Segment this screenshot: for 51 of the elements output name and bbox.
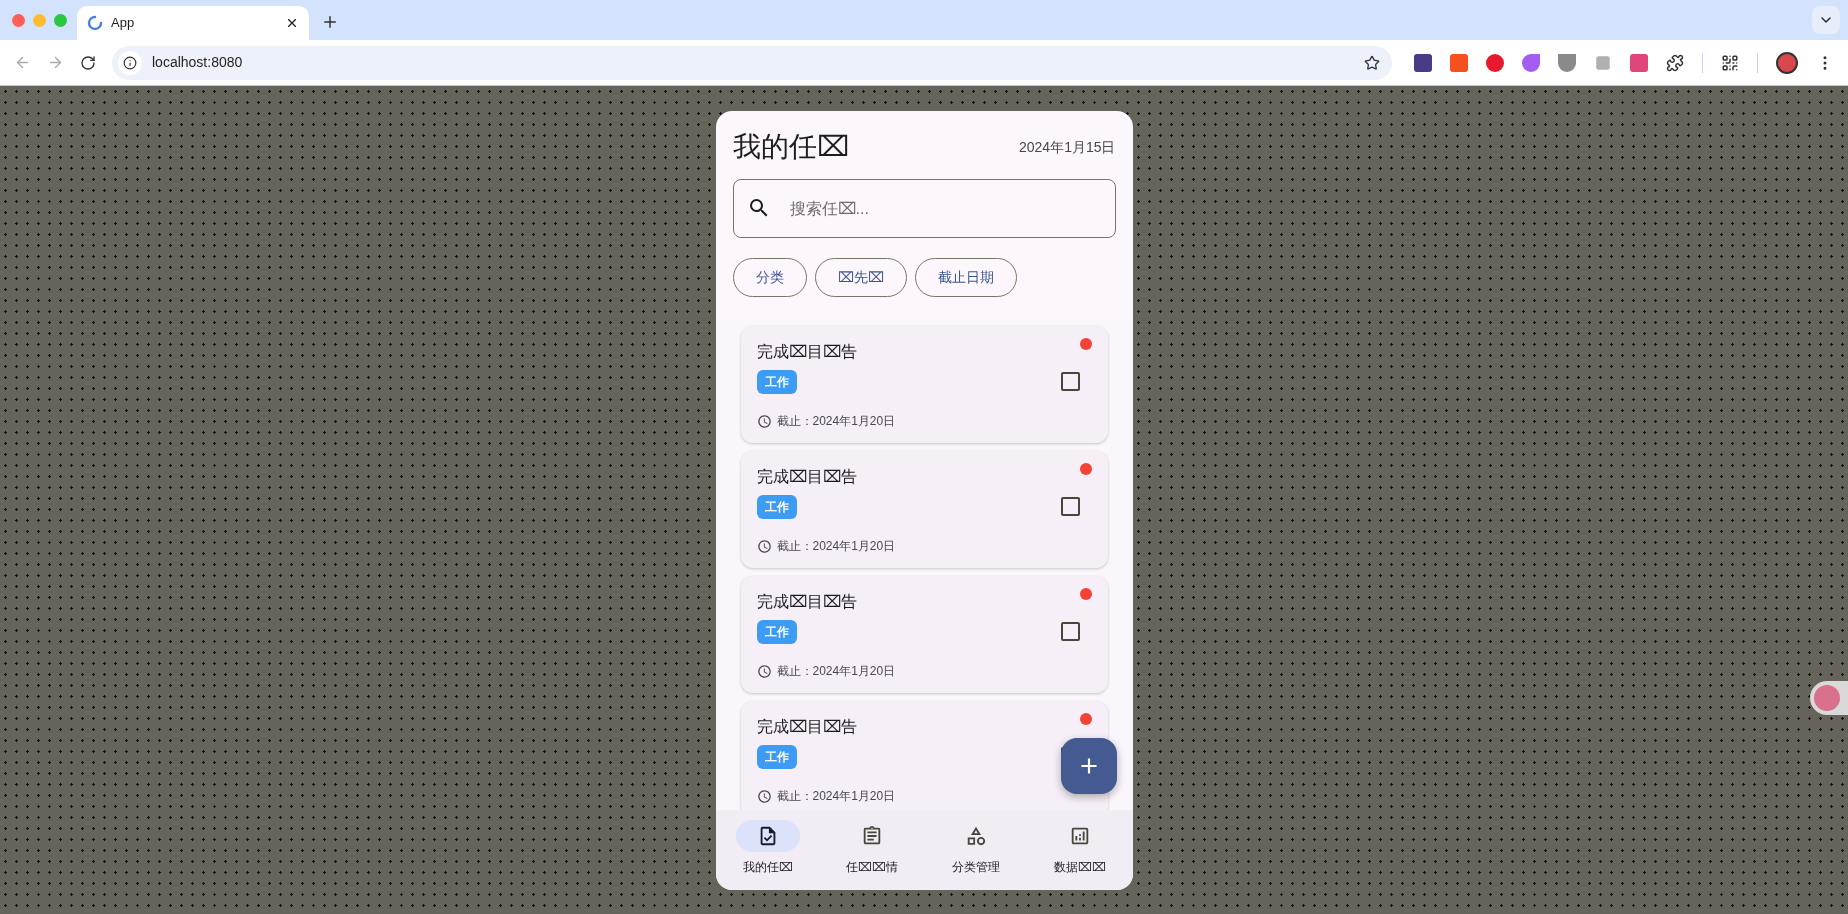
task-card[interactable]: 完成⌧目⌧告 工作 截止：2024年1月20日 (740, 576, 1108, 693)
clock-icon (756, 413, 772, 429)
task-title: 完成⌧目⌧告 (756, 592, 857, 612)
due-date: 截止：2024年1月20日 (776, 538, 896, 555)
qr-code-icon[interactable] (1721, 53, 1739, 72)
task-checkbox[interactable] (1060, 497, 1080, 516)
clock-icon (756, 663, 772, 679)
site-info-icon[interactable] (123, 55, 137, 70)
extension-icon[interactable] (1414, 53, 1432, 72)
shapes-icon (965, 825, 988, 847)
category-tag: 工作 (756, 370, 797, 394)
task-title: 完成⌧目⌧告 (756, 342, 857, 362)
new-tab-icon[interactable] (321, 13, 339, 31)
droplet-icon[interactable] (1522, 53, 1540, 72)
task-card[interactable]: 完成⌧目⌧告 工作 截止：2024年1月20日 (740, 326, 1108, 443)
tab-title: App (111, 14, 136, 33)
add-task-button[interactable] (1060, 738, 1117, 794)
shield-icon[interactable] (1558, 53, 1576, 72)
search-field[interactable]: 搜索任⌧... (732, 179, 1116, 238)
browser-tab[interactable]: App (77, 6, 309, 40)
address-bar[interactable]: localhost:8080 (112, 45, 1392, 80)
clock-icon (756, 788, 772, 804)
category-tag: 工作 (756, 745, 797, 769)
nav-tab[interactable]: 分类管理 (924, 820, 1029, 890)
loading-spinner-icon (87, 15, 103, 31)
clock-icon (756, 538, 772, 554)
task-title: 完成⌧目⌧告 (756, 467, 857, 487)
category-tag: 工作 (756, 495, 797, 519)
category-tag: 工作 (756, 620, 797, 644)
profile-avatar[interactable] (1776, 51, 1798, 74)
extensions-icon[interactable] (1666, 53, 1684, 72)
task-checkbox[interactable] (1060, 622, 1080, 641)
stop-sign-icon[interactable] (1486, 53, 1504, 72)
bookmark-star-icon[interactable] (1364, 54, 1380, 71)
reload-icon[interactable] (80, 54, 96, 71)
task-card[interactable]: 完成⌧目⌧告 工作 截止：2024年1月20日 (740, 701, 1108, 810)
nav-tab[interactable]: 我的任⌧ (715, 820, 820, 890)
task-checkbox[interactable] (1060, 372, 1080, 391)
url-text: localhost:8080 (152, 53, 244, 72)
page-title: 我的任⌧ (732, 130, 849, 164)
due-date: 截止：2024年1月20日 (776, 788, 896, 805)
current-date: 2024年1月15日 (1019, 137, 1116, 157)
tab-search-button[interactable] (1812, 6, 1840, 34)
translate-side-button[interactable] (1810, 681, 1848, 715)
nav-tab[interactable]: 任⌧⌧情 (819, 820, 924, 890)
due-date: 截止：2024年1月20日 (776, 663, 896, 680)
close-tab-icon[interactable] (285, 16, 299, 30)
task-card[interactable]: 完成⌧目⌧告 工作 截止：2024年1月20日 (740, 451, 1108, 568)
task-title: 完成⌧目⌧告 (756, 717, 857, 737)
nav-tab[interactable]: 数据⌧⌧ (1028, 820, 1133, 890)
due-date: 截止：2024年1月20日 (776, 413, 896, 430)
